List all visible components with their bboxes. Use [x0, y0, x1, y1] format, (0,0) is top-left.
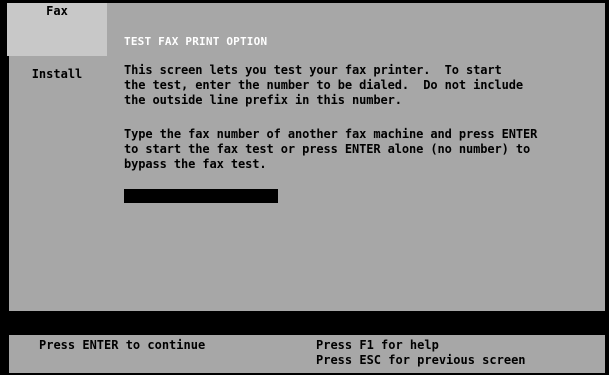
paragraph-line: This screen lets you test your fax print…: [124, 63, 502, 77]
dos-screen: Fax Install TEST FAX PRINT OPTION This s…: [0, 0, 609, 375]
status-bar: Press ENTER to continue Press F1 for hel…: [7, 335, 607, 373]
sidebar-item-label: Fax: [46, 4, 68, 18]
status-help-hint: Press F1 for help: [316, 338, 439, 352]
sidebar-item-label: Install: [31, 67, 83, 81]
paragraph-line: to start the fax test or press ENTER alo…: [124, 142, 531, 156]
paragraph-line: Type the fax number of another fax machi…: [124, 127, 538, 141]
sidebar-item-install[interactable]: Install: [7, 65, 107, 83]
divider-bar: [7, 311, 607, 335]
fax-number-input[interactable]: [124, 189, 278, 203]
paragraph-line: bypass the fax test.: [124, 157, 267, 171]
page-title: TEST FAX PRINT OPTION: [124, 35, 268, 48]
paragraph-line: the outside line prefix in this number.: [124, 93, 402, 107]
paragraph-line: the test, enter the number to be dialed.…: [124, 78, 523, 92]
status-enter-hint: Press ENTER to continue: [39, 338, 206, 352]
sidebar: Fax Install: [7, 3, 107, 311]
status-esc-hint: Press ESC for previous screen: [316, 353, 526, 367]
sidebar-item-fax[interactable]: Fax: [7, 3, 107, 56]
